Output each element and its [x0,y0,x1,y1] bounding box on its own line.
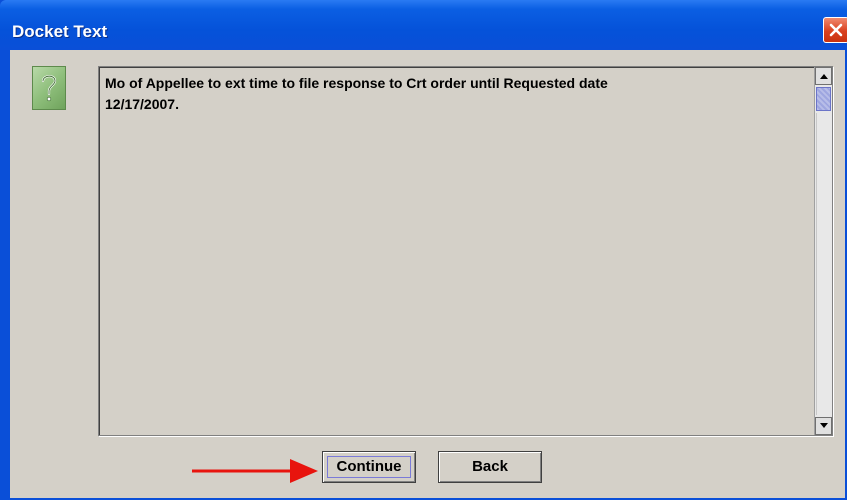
close-icon [829,23,843,37]
title-bar[interactable]: Docket Text [0,0,847,50]
continue-button[interactable]: Continue [322,451,416,483]
scroll-down-button[interactable] [815,417,832,435]
back-button-label: Back [472,458,508,475]
scroll-thumb[interactable] [816,87,831,111]
back-button[interactable]: Back [438,451,542,483]
vertical-scrollbar[interactable] [814,67,832,435]
red-arrow-annotation [192,459,318,483]
close-button[interactable] [823,17,847,43]
question-icon [32,66,66,110]
focus-ring [327,456,411,478]
dialog-content: Mo of Appellee to ext time to file respo… [10,50,845,498]
scroll-up-button[interactable] [815,67,832,85]
docket-text-area[interactable]: Mo of Appellee to ext time to file respo… [98,66,833,436]
arrow-up-icon [820,74,828,79]
scroll-track[interactable] [816,113,832,415]
docket-text-dialog: Docket Text Mo of Appellee to ext time t… [0,0,847,500]
docket-message: Mo of Appellee to ext time to file respo… [105,75,608,112]
arrow-down-icon [820,423,828,428]
window-title: Docket Text [12,22,108,41]
